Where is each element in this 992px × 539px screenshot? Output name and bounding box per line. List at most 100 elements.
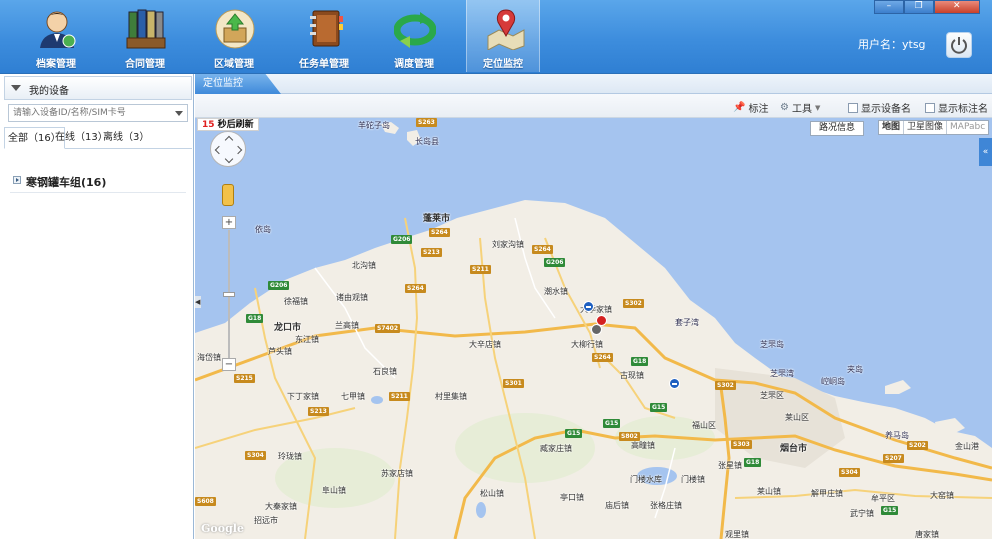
place-label: 门楼镇 — [681, 475, 705, 484]
pin-icon: 📌 — [733, 102, 746, 113]
place-label: 张格庄镇 — [650, 501, 682, 510]
place-label: 大柳行镇 — [571, 340, 603, 349]
map-type-switcher: 地图 卫星图像 MAPabc — [878, 120, 990, 135]
street-view-pegman-icon[interactable] — [222, 184, 234, 206]
nav-archive[interactable]: 档案管理 — [18, 0, 94, 72]
place-label: 招远市 — [254, 516, 278, 525]
road-shield: S263 — [416, 118, 437, 127]
vehicle-marker[interactable] — [583, 301, 594, 312]
road-shield: S802 — [619, 432, 640, 441]
expand-icon[interactable] — [13, 176, 21, 184]
place-label: 兰高镇 — [335, 321, 359, 330]
place-label: 芦头镇 — [268, 347, 292, 356]
map-type-mapabc[interactable]: MAPabc — [946, 121, 988, 134]
road-shield: G18 — [631, 357, 649, 366]
place-label: 武宁镇 — [850, 509, 874, 518]
place-label: 张星镇 — [718, 461, 742, 470]
top-header: – ❐ ✕ 档案管理 合同管理 区域管理 任务单管理 调度管理 定位监控 用户名… — [0, 0, 992, 74]
pan-down-icon[interactable] — [224, 154, 234, 164]
nav-location-monitor[interactable]: 定位监控 — [466, 0, 540, 72]
road-shield: S264 — [532, 245, 553, 254]
zoom-out-button[interactable]: − — [222, 358, 236, 371]
tab-location-monitor[interactable]: 定位监控 — [195, 74, 281, 94]
map-type-satellite[interactable]: 卫星图像 — [903, 121, 946, 134]
place-label: 福山区 — [692, 421, 716, 430]
tab-offline[interactable]: 离线（3） — [100, 127, 152, 149]
nav-contract[interactable]: 合同管理 — [107, 0, 183, 72]
pan-up-icon[interactable] — [224, 135, 234, 145]
place-label: 大秦家镇 — [265, 502, 297, 511]
road-shield: S211 — [470, 265, 491, 274]
collapse-left-panel-button[interactable]: ◀ — [195, 296, 201, 308]
mark-label: 标注 — [748, 104, 769, 115]
map-toolbar: 📌 标注 ⚙ 工具 ▼ 显示设备名 显示标注名 — [195, 94, 992, 118]
traffic-info-button[interactable]: 路况信息 — [810, 121, 865, 136]
vehicle-marker[interactable] — [669, 378, 680, 389]
tools-label: 工具 — [791, 104, 812, 115]
dropdown-arrow-icon[interactable] — [175, 111, 183, 116]
nav-area[interactable]: 区域管理 — [196, 0, 272, 72]
show-device-name-toggle[interactable]: 显示设备名 — [848, 100, 911, 115]
place-label: 北沟镇 — [352, 261, 376, 270]
logout-button[interactable] — [946, 32, 972, 58]
pan-control[interactable] — [210, 131, 246, 167]
road-shield: G15 — [881, 506, 899, 515]
road-shield: S264 — [429, 228, 450, 237]
pan-left-icon[interactable] — [214, 145, 224, 155]
place-label: 芝罘区 — [760, 391, 784, 400]
place-label: 门楼水库 — [630, 475, 662, 484]
show-mark-name-toggle[interactable]: 显示标注名 — [925, 100, 988, 115]
show-mark-name-checkbox[interactable] — [925, 102, 935, 113]
minimize-button[interactable]: – — [874, 0, 904, 14]
road-shield: S264 — [405, 284, 426, 293]
place-label: 大辛店镇 — [469, 340, 501, 349]
place-label: 芝罘岛 — [760, 340, 784, 349]
place-label: 唐家镇 — [915, 530, 939, 539]
nav-task[interactable]: 任务单管理 — [286, 0, 362, 72]
device-search-input[interactable] — [9, 105, 171, 121]
place-label: 养马岛 — [885, 431, 909, 440]
place-label: 石良镇 — [373, 367, 397, 376]
road-shield: S213 — [308, 407, 329, 416]
close-button[interactable]: ✕ — [933, 0, 980, 14]
gear-icon: ⚙ — [780, 102, 789, 113]
zoom-in-button[interactable]: + — [222, 216, 236, 229]
map-type-map[interactable]: 地图 — [879, 121, 904, 134]
collapse-triangle-icon[interactable] — [11, 85, 21, 91]
place-label: 金山港 — [955, 442, 979, 451]
place-label: 龙口市 — [274, 323, 302, 333]
place-label: 大窑镇 — [930, 491, 954, 500]
road-shield: S303 — [731, 440, 752, 449]
expand-right-panel-button[interactable]: « — [979, 138, 992, 166]
user-profile-icon — [40, 11, 76, 48]
panel-header[interactable]: 我的设备 — [4, 76, 192, 100]
road-shield: S304 — [245, 451, 266, 460]
restore-button[interactable]: ❐ — [903, 0, 934, 14]
place-label: 古现镇 — [620, 371, 644, 380]
refresh-countdown: 15 秒后刷新 — [197, 118, 259, 131]
place-label: 牟平区 — [871, 494, 895, 503]
place-label: 莱山区 — [785, 413, 809, 422]
nav-dispatch[interactable]: 调度管理 — [376, 0, 452, 72]
place-label: 高疃镇 — [631, 441, 655, 450]
road-shield: S7402 — [375, 324, 401, 333]
place-label: 夹岛 — [847, 365, 863, 374]
mark-tool[interactable]: 📌 标注 — [733, 100, 768, 115]
device-group-row[interactable]: 寒钢罐车组(16) — [10, 171, 186, 193]
road-shield: S301 — [503, 379, 524, 388]
show-device-name-label: 显示设备名 — [861, 104, 911, 115]
user-label: 用户名：ytsg — [858, 38, 926, 51]
show-device-name-checkbox[interactable] — [848, 102, 858, 113]
vehicle-marker[interactable] — [591, 324, 602, 335]
road-shield: S302 — [623, 299, 644, 308]
device-search-combo[interactable] — [8, 104, 188, 122]
road-shield: S302 — [715, 381, 736, 390]
map-view[interactable]: 15 秒后刷新 路况信息 地图 卫星图像 MAPabc + − « ◀ Goog… — [195, 118, 992, 539]
tools-menu[interactable]: ⚙ 工具 ▼ — [780, 100, 820, 115]
pan-right-icon[interactable] — [233, 145, 243, 155]
road-shield: S608 — [195, 497, 216, 506]
google-logo: Google — [201, 522, 244, 535]
window-controls: – ❐ ✕ — [874, 0, 980, 14]
place-label: 芝罘湾 — [770, 369, 794, 378]
zoom-slider-thumb[interactable] — [223, 292, 235, 297]
